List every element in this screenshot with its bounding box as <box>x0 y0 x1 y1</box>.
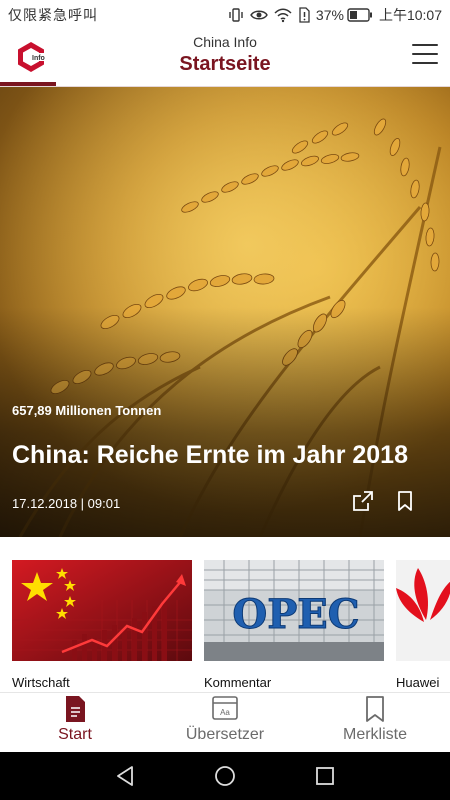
category-carousel[interactable]: Wirtschaft OPEC Kommentar Huawei <box>0 560 450 692</box>
carousel-card-huawei[interactable]: Huawei <box>396 560 450 690</box>
carrier-text: 仅限紧急呼叫 <box>8 7 98 23</box>
active-tab-indicator <box>0 82 56 86</box>
nav-item-merkliste[interactable]: Merkliste <box>300 693 450 753</box>
opec-sign-text: OPEC <box>232 591 359 638</box>
sim-alert-icon <box>298 7 310 23</box>
hamburger-icon-line <box>412 62 438 64</box>
app-name: China Info <box>193 34 257 50</box>
hero-date: 17.12.2018 | 09:01 <box>12 496 121 511</box>
vibrate-icon <box>228 7 244 23</box>
battery: 37% <box>316 7 373 23</box>
battery-percent: 37% <box>315 7 344 23</box>
card-label: Kommentar <box>204 675 272 690</box>
hamburger-icon-line <box>412 53 438 55</box>
hero-actions <box>352 490 416 512</box>
hamburger-icon-line <box>412 44 438 46</box>
bottom-navigation: Start Aa Übersetzer Merkliste <box>0 692 450 753</box>
nav-label: Start <box>58 726 92 743</box>
battery-icon <box>347 8 372 22</box>
home-circle-icon[interactable] <box>214 765 236 787</box>
back-triangle-icon[interactable] <box>114 765 136 787</box>
nav-label: Übersetzer <box>185 726 265 743</box>
hero-article[interactable]: 657,89 Millionen Tonnen China: Reiche Er… <box>0 87 450 537</box>
hero-kicker: 657,89 Millionen Tonnen <box>12 403 162 418</box>
card-image-opec-building: OPEC <box>204 560 384 661</box>
menu-button[interactable] <box>412 44 438 66</box>
bookmark-icon <box>362 695 388 723</box>
clock: 上午10:07 <box>378 7 442 23</box>
carousel-card-wirtschaft[interactable]: Wirtschaft <box>12 560 192 690</box>
bookmark-icon[interactable] <box>394 490 416 512</box>
card-image-huawei-logo <box>396 560 450 661</box>
wifi-icon <box>274 7 292 23</box>
nav-item-start[interactable]: Start <box>0 693 150 753</box>
status-icons: 37% 上午10:07 <box>228 5 442 25</box>
card-label: Wirtschaft <box>12 675 70 690</box>
card-image-china-flag-chart <box>12 560 192 661</box>
card-label: Huawei <box>396 675 440 690</box>
header-titles: China Info Startseite <box>0 33 450 77</box>
status-bar: 仅限紧急呼叫 37% 上午10:07 <box>0 0 450 30</box>
svg-text:Aa: Aa <box>220 708 230 717</box>
share-icon[interactable] <box>352 490 374 512</box>
page-title: Startseite <box>179 53 271 75</box>
nav-label: Merkliste <box>342 726 407 743</box>
recents-square-icon[interactable] <box>314 765 336 787</box>
app-header: Info China Info Startseite <box>0 30 450 87</box>
carousel-card-kommentar[interactable]: OPEC Kommentar <box>204 560 384 690</box>
nav-item-uebersetzer[interactable]: Aa Übersetzer <box>150 693 300 753</box>
hero-headline[interactable]: China: Reiche Ernte im Jahr 2018 <box>12 439 444 471</box>
system-navigation-bar <box>0 752 450 800</box>
translator-icon: Aa <box>212 695 238 723</box>
document-icon <box>62 695 88 723</box>
eye-icon <box>250 7 268 23</box>
